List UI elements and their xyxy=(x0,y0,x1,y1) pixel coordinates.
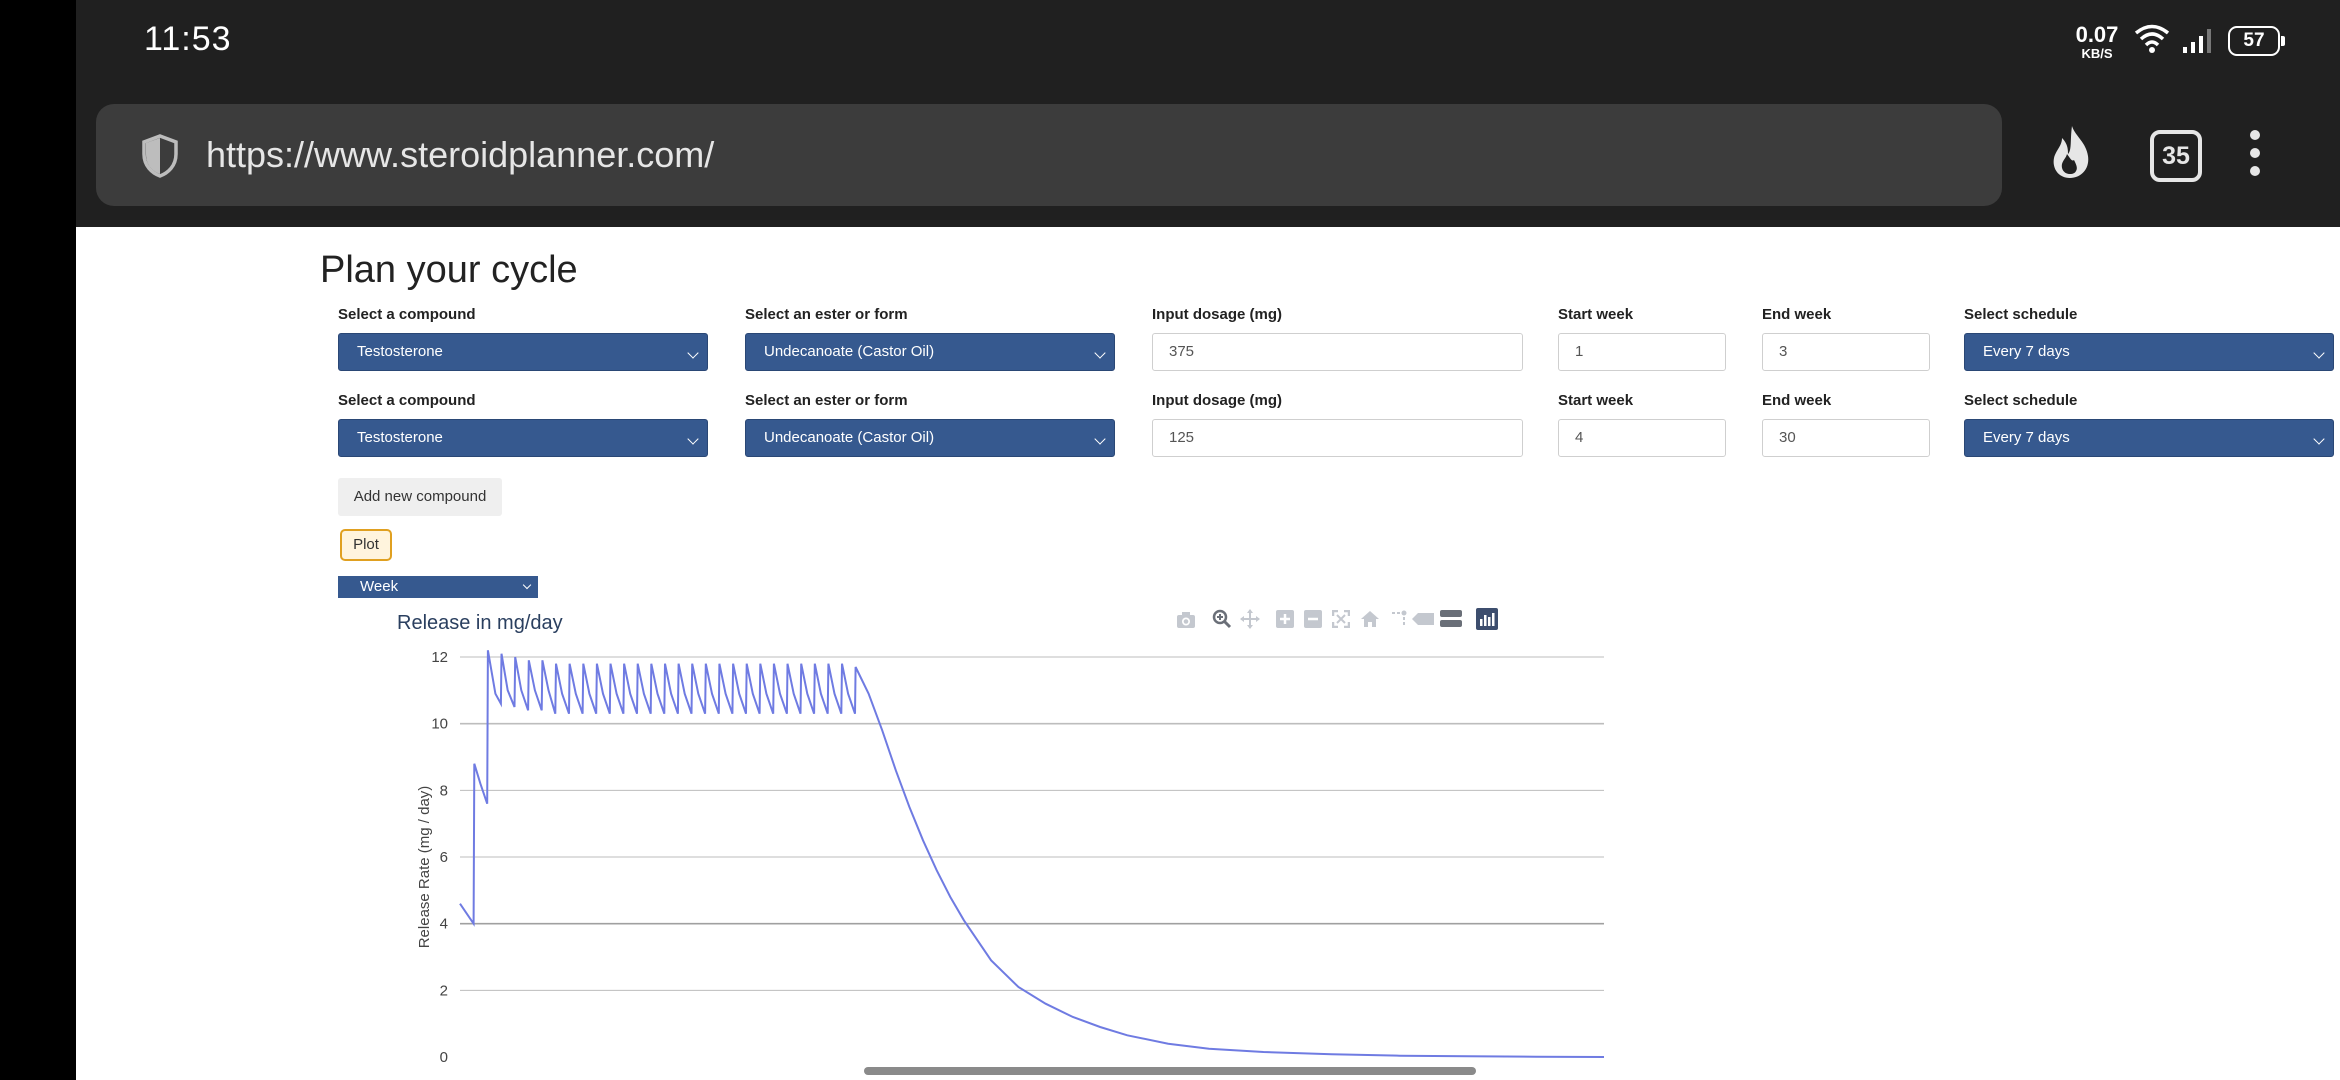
hover-closest-icon[interactable] xyxy=(1412,612,1434,626)
tab-count-button[interactable]: 35 xyxy=(2150,130,2202,182)
y-tick-label: 4 xyxy=(440,916,448,933)
home-icon[interactable] xyxy=(1360,610,1380,628)
signal-icon xyxy=(2183,29,2211,53)
battery-icon: 57 xyxy=(2228,26,2285,56)
autoscale-icon[interactable] xyxy=(1332,610,1350,628)
url-text[interactable]: https://www.steroidplanner.com/ xyxy=(206,134,714,176)
compound-label: Select a compound xyxy=(338,306,476,323)
clock: 11:53 xyxy=(144,20,232,58)
compound-label: Select a compound xyxy=(338,392,476,409)
chevron-down-icon xyxy=(1094,433,1106,445)
ester-select[interactable]: Undecanoate (Castor Oil) xyxy=(745,419,1115,457)
zoom-in-icon[interactable] xyxy=(1276,610,1294,628)
dosage-label: Input dosage (mg) xyxy=(1152,306,1282,323)
ester-select-value: Undecanoate (Castor Oil) xyxy=(764,429,935,446)
y-tick-label: 0 xyxy=(440,1049,448,1066)
ester-select[interactable]: Undecanoate (Castor Oil) xyxy=(745,333,1115,371)
spike-lines-icon[interactable] xyxy=(1390,610,1408,628)
y-axis-label: Release Rate (mg / day) xyxy=(416,786,433,949)
chevron-down-icon xyxy=(687,433,699,445)
chevron-down-icon xyxy=(1094,347,1106,359)
chevron-down-icon xyxy=(687,347,699,359)
compound-select-value: Testosterone xyxy=(357,343,443,360)
shield-icon[interactable] xyxy=(141,134,179,178)
release-chart[interactable]: 0246810121020304050607080Release Rate (m… xyxy=(326,637,1626,1077)
plot-button[interactable]: Plot xyxy=(340,529,392,561)
dosage-label: Input dosage (mg) xyxy=(1152,392,1282,409)
dosage-input[interactable]: 375 xyxy=(1152,333,1523,371)
ester-select-value: Undecanoate (Castor Oil) xyxy=(764,343,935,360)
address-bar[interactable]: https://www.steroidplanner.com/ xyxy=(96,104,2002,206)
page-content: Plan your cycle Select a compound Testos… xyxy=(76,227,2340,1080)
dosage-input[interactable]: 125 xyxy=(1152,419,1523,457)
chevron-down-icon xyxy=(522,580,532,590)
start-week-input[interactable]: 4 xyxy=(1558,419,1726,457)
start-week-input[interactable]: 1 xyxy=(1558,333,1726,371)
y-tick-label: 8 xyxy=(440,782,448,799)
ester-label: Select an ester or form xyxy=(745,306,908,323)
ester-label: Select an ester or form xyxy=(745,392,908,409)
camera-icon[interactable] xyxy=(1176,611,1196,629)
pan-icon[interactable] xyxy=(1240,609,1260,629)
page-title: Plan your cycle xyxy=(320,249,578,291)
y-tick-label: 6 xyxy=(440,849,448,866)
end-week-label: End week xyxy=(1762,306,1832,323)
wifi-icon xyxy=(2134,24,2170,53)
status-bar: 11:53 0.07 KB/S 57 xyxy=(76,0,2340,90)
end-week-label: End week xyxy=(1762,392,1832,409)
time-unit-select[interactable]: Week xyxy=(338,576,538,598)
phone-screen: 11:53 0.07 KB/S 57 https://www.steroidpl… xyxy=(76,0,2340,1080)
schedule-label: Select schedule xyxy=(1964,392,2078,409)
network-speed-unit: KB/S xyxy=(2081,46,2113,61)
fire-icon[interactable] xyxy=(2048,124,2096,180)
compound-select-value: Testosterone xyxy=(357,429,443,446)
y-tick-label: 12 xyxy=(431,649,448,666)
schedule-select-value: Every 7 days xyxy=(1983,429,2070,446)
plotly-logo-icon[interactable] xyxy=(1476,608,1498,630)
schedule-label: Select schedule xyxy=(1964,306,2078,323)
y-tick-label: 2 xyxy=(440,982,448,999)
start-week-label: Start week xyxy=(1558,392,1634,409)
network-speed: 0.07 KB/S xyxy=(2072,22,2122,61)
end-week-input[interactable]: 30 xyxy=(1762,419,1930,457)
compound-select[interactable]: Testosterone xyxy=(338,333,708,371)
end-week-input[interactable]: 3 xyxy=(1762,333,1930,371)
add-compound-button[interactable]: Add new compound xyxy=(338,478,502,516)
chevron-down-icon xyxy=(2313,433,2325,445)
horizontal-scrollbar[interactable] xyxy=(864,1067,1476,1075)
zoom-icon[interactable] xyxy=(1212,609,1232,629)
y-tick-label: 10 xyxy=(431,716,448,733)
chart-title: Release in mg/day xyxy=(397,612,563,634)
start-week-label: Start week xyxy=(1558,306,1634,323)
time-unit-select-value: Week xyxy=(360,578,399,595)
menu-icon[interactable] xyxy=(2250,130,2262,184)
schedule-select-value: Every 7 days xyxy=(1983,343,2070,360)
series-line xyxy=(459,650,1605,1058)
hover-compare-icon[interactable] xyxy=(1440,610,1462,628)
chevron-down-icon xyxy=(2313,347,2325,359)
schedule-select[interactable]: Every 7 days xyxy=(1964,333,2334,371)
network-speed-value: 0.07 xyxy=(2075,22,2119,47)
zoom-out-icon[interactable] xyxy=(1304,610,1322,628)
schedule-select[interactable]: Every 7 days xyxy=(1964,419,2334,457)
compound-select[interactable]: Testosterone xyxy=(338,419,708,457)
browser-toolbar: https://www.steroidplanner.com/ 35 xyxy=(76,90,2340,227)
